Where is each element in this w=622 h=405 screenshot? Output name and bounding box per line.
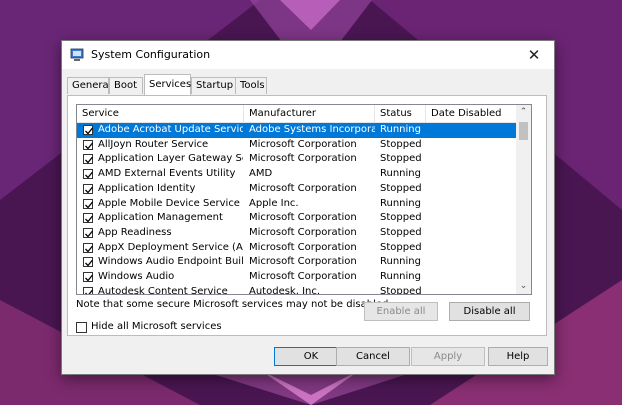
service-name: App Readiness xyxy=(98,226,172,238)
service-name: AllJoyn Router Service xyxy=(98,138,209,150)
service-status: Stopped xyxy=(380,285,422,295)
service-name: Application Layer Gateway Service xyxy=(98,153,243,165)
cancel-button[interactable]: Cancel xyxy=(336,347,410,366)
msconfig-icon xyxy=(70,48,84,61)
service-row[interactable]: Autodesk Content Service Autodesk, Inc. St… xyxy=(77,285,517,295)
service-manufacturer: Microsoft Corporation xyxy=(249,226,357,238)
service-row[interactable]: AppX Deployment Service (AppX... Microsof… xyxy=(77,241,517,256)
service-row[interactable]: Adobe Acrobat Update Service Adobe System… xyxy=(77,123,517,138)
close-icon[interactable]: ✕ xyxy=(514,41,554,69)
service-status: Stopped xyxy=(380,153,422,165)
list-header: Service Manufacturer Status Date Disable… xyxy=(77,105,517,123)
service-status: Stopped xyxy=(380,182,422,194)
service-manufacturer: Microsoft Corporation xyxy=(249,182,357,194)
service-row[interactable]: App Readiness Microsoft Corporation Stoppe… xyxy=(77,226,517,241)
service-checkbox[interactable] xyxy=(83,286,94,294)
service-manufacturer: Microsoft Corporation xyxy=(249,153,357,165)
tab-tools[interactable]: Tools xyxy=(235,77,267,94)
title-bar: System Configuration ✕ xyxy=(62,41,554,69)
tab-general[interactable]: General xyxy=(67,77,111,94)
service-name: Application Management xyxy=(98,212,223,224)
service-manufacturer: AMD xyxy=(249,168,273,180)
service-status: Stopped xyxy=(380,226,422,238)
service-checkbox[interactable] xyxy=(83,198,94,209)
service-status: Stopped xyxy=(380,138,422,150)
column-header-manufacturer[interactable]: Manufacturer xyxy=(244,105,375,122)
service-status: Running xyxy=(380,197,421,209)
scroll-thumb[interactable] xyxy=(519,122,528,140)
service-manufacturer: Microsoft Corporation xyxy=(249,138,357,150)
service-checkbox[interactable] xyxy=(83,183,94,194)
service-row[interactable]: Application Identity Microsoft Corporatio… xyxy=(77,182,517,197)
enable-all-button[interactable]: Enable all xyxy=(364,302,438,321)
system-configuration-dialog: System Configuration ✕ General Boot Serv… xyxy=(61,40,555,375)
service-row[interactable]: AMD External Events Utility AMD Running xyxy=(77,167,517,182)
service-row[interactable]: Windows Audio Microsoft Corporation Runnin… xyxy=(77,270,517,285)
hide-ms-services-checkbox[interactable] xyxy=(76,322,87,333)
column-header-service[interactable]: Service xyxy=(77,105,244,122)
vertical-scrollbar[interactable]: ⌃ ⌄ xyxy=(516,105,531,294)
hide-ms-services-label[interactable]: Hide all Microsoft services xyxy=(91,321,222,332)
service-row[interactable]: Application Management Microsoft Corporat… xyxy=(77,211,517,226)
service-checkbox[interactable] xyxy=(83,257,94,268)
service-row[interactable]: AllJoyn Router Service Microsoft Corporat… xyxy=(77,138,517,153)
service-name: Windows Audio Endpoint Builder xyxy=(98,256,243,268)
service-name: Autodesk Content Service xyxy=(98,285,228,295)
service-checkbox[interactable] xyxy=(83,213,94,224)
service-checkbox[interactable] xyxy=(83,272,94,282)
service-manufacturer: Microsoft Corporation xyxy=(249,256,357,268)
service-name: Application Identity xyxy=(98,182,196,194)
service-status: Stopped xyxy=(380,241,422,253)
service-checkbox[interactable] xyxy=(83,227,94,238)
service-status: Running xyxy=(380,271,421,282)
service-status: Stopped xyxy=(380,212,422,224)
column-header-date-disabled[interactable]: Date Disabled xyxy=(426,105,517,122)
service-checkbox[interactable] xyxy=(83,242,94,253)
service-name: AMD External Events Utility xyxy=(98,168,236,180)
scroll-up-icon[interactable]: ⌃ xyxy=(516,105,531,120)
service-name: Adobe Acrobat Update Service xyxy=(98,124,243,135)
tab-boot[interactable]: Boot xyxy=(109,77,143,94)
service-checkbox[interactable] xyxy=(83,169,94,180)
service-row[interactable]: Apple Mobile Device Service Apple Inc. Run… xyxy=(77,197,517,212)
service-row[interactable]: Windows Audio Endpoint Builder Microsoft … xyxy=(77,255,517,270)
service-manufacturer: Microsoft Corporation xyxy=(249,271,357,282)
services-list[interactable]: Service Manufacturer Status Date Disable… xyxy=(76,104,532,295)
scroll-down-icon[interactable]: ⌄ xyxy=(516,279,531,294)
service-checkbox[interactable] xyxy=(83,154,94,165)
window-title: System Configuration xyxy=(91,48,211,61)
service-status: Running xyxy=(380,168,421,180)
help-button[interactable]: Help xyxy=(488,347,548,366)
service-status: Running xyxy=(380,256,421,268)
service-manufacturer: Microsoft Corporation xyxy=(249,212,357,224)
apply-button[interactable]: Apply xyxy=(411,347,485,366)
column-header-status[interactable]: Status xyxy=(375,105,426,122)
service-manufacturer: Adobe Systems Incorporated xyxy=(249,124,375,135)
service-status: Running xyxy=(380,124,421,135)
secure-services-note: Note that some secure Microsoft services… xyxy=(76,299,392,310)
service-manufacturer: Autodesk, Inc. xyxy=(249,285,321,295)
service-name: Apple Mobile Device Service xyxy=(98,197,240,209)
tab-services[interactable]: Services xyxy=(144,74,191,95)
disable-all-button[interactable]: Disable all xyxy=(449,302,530,321)
service-name: AppX Deployment Service (AppX... xyxy=(98,241,243,253)
service-checkbox[interactable] xyxy=(83,139,94,150)
service-name: Windows Audio xyxy=(98,271,175,282)
service-row[interactable]: Application Layer Gateway Service Microso… xyxy=(77,152,517,167)
tab-startup[interactable]: Startup xyxy=(191,77,236,94)
service-manufacturer: Apple Inc. xyxy=(249,197,299,209)
service-checkbox[interactable] xyxy=(83,125,94,135)
service-manufacturer: Microsoft Corporation xyxy=(249,241,357,253)
